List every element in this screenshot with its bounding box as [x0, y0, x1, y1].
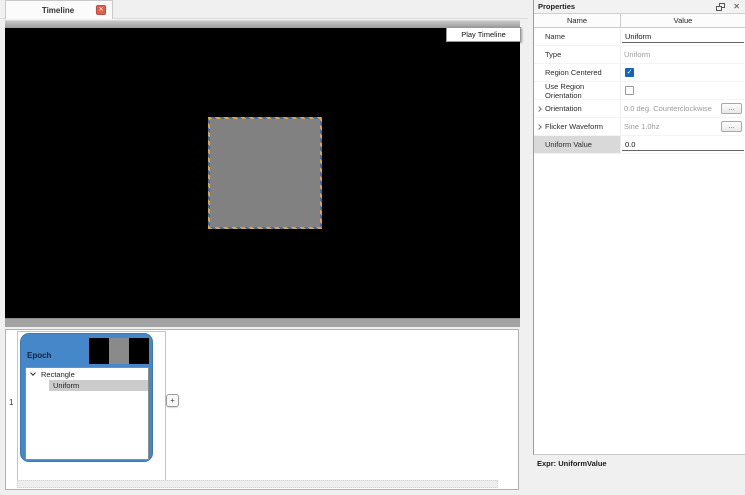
play-timeline-button[interactable]: Play Timeline [446, 27, 521, 42]
property-value-cell[interactable]: 0.0 [621, 136, 745, 153]
property-name-label: Region Centered [545, 68, 602, 77]
epoch-label: Epoch [27, 351, 51, 360]
property-value-cell[interactable]: 0.0 deg. Counterclockwise... [621, 100, 745, 117]
ellipsis-button[interactable]: ... [721, 103, 742, 114]
property-name-cell[interactable]: Flicker Waveform [534, 118, 621, 135]
property-value-summary: Sine 1.0hz [621, 122, 721, 131]
property-name-cell[interactable]: Region Centered [534, 64, 621, 81]
tree-item-uniform[interactable]: Uniform [49, 380, 148, 391]
app-window: Timeline ✕ Play Timeline 1 Epoch Rectang… [0, 0, 745, 495]
property-name-cell[interactable]: Use Region Orientation [534, 82, 621, 99]
property-name-label: Use Region Orientation [545, 82, 620, 100]
tree-item-rectangle-label: Rectangle [41, 370, 75, 379]
property-name-label: Flicker Waveform [545, 122, 603, 131]
property-checkbox[interactable] [625, 86, 634, 95]
expression-status-text: Expr: UniformValue [537, 459, 607, 468]
property-checkbox[interactable]: ✓ [625, 68, 634, 77]
thumbnail-bar [89, 338, 109, 364]
property-name-label: Orientation [545, 104, 582, 113]
property-value-cell[interactable]: ✓ [621, 64, 745, 81]
track-footer-band [17, 480, 498, 488]
property-row[interactable]: Orientation 0.0 deg. Counterclockwise... [534, 100, 745, 118]
property-name-cell[interactable]: Name [534, 28, 621, 45]
property-row[interactable]: Flicker Waveform Sine 1.0hz... [534, 118, 745, 136]
expander-icon[interactable] [536, 106, 542, 112]
property-name-label: Uniform Value [545, 140, 592, 149]
property-name-label: Name [545, 32, 565, 41]
tree-item-rectangle[interactable]: Rectangle [26, 368, 148, 380]
property-value-input[interactable]: Uniform [622, 30, 744, 43]
tab-bar: Timeline ✕ [0, 0, 528, 19]
stimulus-rectangle[interactable] [208, 117, 322, 229]
property-name-cell[interactable]: Orientation [534, 100, 621, 117]
tab-close-icon[interactable]: ✕ [96, 5, 106, 15]
ellipsis-button[interactable]: ... [721, 121, 742, 132]
property-value-cell[interactable]: Sine 1.0hz... [621, 118, 745, 135]
chevron-down-icon[interactable] [30, 370, 36, 376]
property-row[interactable]: Uniform Value 0.0 [534, 136, 745, 154]
epoch-block[interactable]: Epoch Rectangle Uniform [20, 333, 153, 462]
property-row[interactable]: Region Centered ✓ [534, 64, 745, 82]
undock-panel-icon[interactable] [716, 3, 725, 11]
property-name-cell[interactable]: Uniform Value [534, 136, 621, 153]
thumbnail-bar [109, 338, 129, 364]
property-value-readonly: Uniform [621, 50, 745, 59]
property-value-input[interactable]: 0.0 [622, 138, 744, 151]
tree-item-uniform-label: Uniform [53, 381, 79, 390]
property-name-label: Type [545, 50, 561, 59]
properties-title: Properties [534, 2, 716, 11]
property-row[interactable]: Name Uniform [534, 28, 745, 46]
property-row[interactable]: Use Region Orientation [534, 82, 745, 100]
close-panel-icon[interactable]: ✕ [733, 3, 740, 11]
thumbnail-bar [129, 338, 149, 364]
properties-panel: Properties ✕ Name Value NameUniformTypeU… [533, 0, 745, 455]
property-value-cell[interactable]: Uniform [621, 46, 745, 63]
property-name-cell[interactable]: Type [534, 46, 621, 63]
track-cell[interactable]: Epoch Rectangle Uniform + [17, 331, 166, 481]
expander-icon[interactable] [536, 124, 542, 130]
horizontal-scrollbar[interactable] [5, 318, 520, 327]
tab-timeline-label: Timeline [6, 6, 96, 15]
property-value-cell[interactable] [621, 82, 745, 99]
epoch-thumbnail [89, 338, 149, 364]
properties-rows: Name Uniform Type Uniform Region Centered ✓ Us… [534, 28, 745, 154]
properties-titlebar: Properties ✕ [534, 0, 745, 14]
stimulus-canvas[interactable]: Play Timeline [5, 28, 520, 318]
properties-header-row: Name Value [534, 14, 745, 28]
property-row[interactable]: Type Uniform [534, 46, 745, 64]
column-header-name: Name [534, 14, 621, 27]
canvas-toolbar-strip [5, 20, 520, 28]
track-row-number: 1 [9, 398, 13, 407]
add-epoch-button[interactable]: + [166, 394, 179, 407]
timeline-tracks-panel: 1 Epoch Rectangle Uniform + [5, 329, 519, 490]
tab-timeline[interactable]: Timeline ✕ [5, 0, 113, 19]
epoch-layer-tree: Rectangle Uniform [25, 367, 149, 460]
property-value-cell[interactable]: Uniform [621, 28, 745, 45]
column-header-value: Value [621, 14, 745, 27]
property-value-summary: 0.0 deg. Counterclockwise [621, 104, 721, 113]
